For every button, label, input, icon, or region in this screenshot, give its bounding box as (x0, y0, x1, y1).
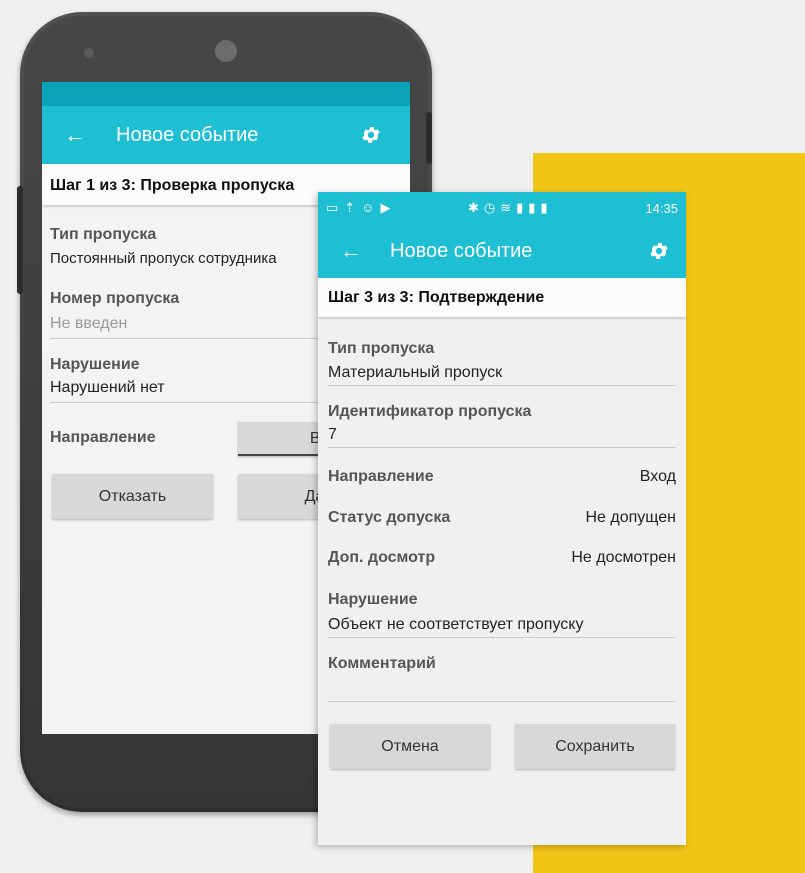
pass-type-value: Материальный пропуск (328, 364, 676, 386)
app-bar: ← Новое событие (42, 106, 410, 164)
status-bar (42, 82, 410, 106)
system-icons: ✱◷≋▮▮▮ (468, 200, 553, 215)
violation-label: Нарушение (50, 356, 140, 373)
app-bar: ← Новое событие (318, 224, 686, 278)
status-bar: ▭⇡☺▶ ✱◷≋▮▮▮ 14:35 (318, 192, 686, 224)
extra-inspection-label: Доп. досмотр (328, 549, 436, 566)
sensor-dot (84, 48, 94, 58)
power-button (426, 112, 432, 164)
pass-type-value[interactable]: Постоянный пропуск сотрудника (50, 250, 277, 267)
volume-button (17, 186, 23, 294)
pass-id-label: Идентификатор пропуска (328, 403, 532, 420)
front-camera (215, 40, 237, 62)
extra-inspection-value: Не досмотрен (571, 549, 676, 566)
direction-label: Направление (328, 468, 434, 485)
gear-icon[interactable] (648, 240, 670, 262)
violation-label: Нарушение (328, 591, 418, 608)
violation-value: Объект не соответствует пропуску (328, 616, 676, 638)
notification-icons: ▭⇡☺▶ (326, 200, 397, 215)
direction-label: Направление (50, 429, 156, 446)
gear-icon[interactable] (360, 124, 382, 146)
page-title: Новое событие (116, 123, 259, 146)
save-button[interactable]: Сохранить (515, 724, 675, 769)
pass-number-label: Номер пропуска (50, 290, 180, 307)
comment-label: Комментарий (328, 655, 436, 672)
pass-type-label: Тип пропуска (50, 226, 157, 243)
page-title: Новое событие (390, 239, 533, 262)
step-header: Шаг 3 из 3: Подтверждение (318, 278, 686, 318)
back-arrow-icon[interactable]: ← (340, 240, 362, 262)
reject-button[interactable]: Отказать (52, 474, 213, 519)
extra-inspection-row: Доп. досмотр Не досмотрен (328, 549, 676, 567)
access-status-label: Статус допуска (328, 509, 451, 526)
direction-value: Вход (639, 468, 676, 485)
access-status-row: Статус допуска Не допущен (328, 509, 676, 527)
screen-step-3: ▭⇡☺▶ ✱◷≋▮▮▮ 14:35 ← Новое событие Шаг 3 … (318, 192, 686, 845)
back-arrow-icon[interactable]: ← (64, 124, 86, 146)
direction-row: Направление Вход (328, 468, 676, 486)
pass-type-label: Тип пропуска (328, 340, 435, 357)
cancel-button[interactable]: Отмена (330, 724, 490, 769)
access-status-value: Не допущен (585, 509, 676, 526)
comment-field[interactable] (328, 680, 676, 702)
status-time: 14:35 (645, 200, 678, 216)
pass-id-value: 7 (328, 426, 676, 448)
